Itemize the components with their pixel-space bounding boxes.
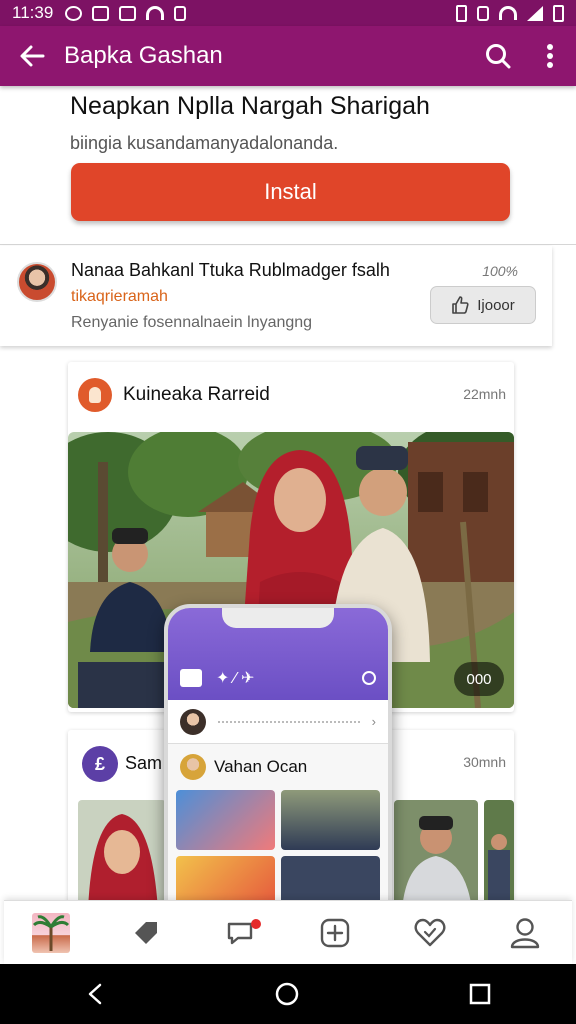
wifi-icon [146, 6, 165, 20]
phone-mockup: ✦ ⁄ ✈ › Vahan Ocan [164, 604, 392, 924]
home-thumbnail-icon [32, 912, 71, 953]
phone-mockup-grid [168, 790, 388, 916]
avatar: £ [82, 746, 118, 782]
boy-portrait-image [394, 800, 478, 910]
notification-title: Nanaa Bahkanl Ttuka Rublmadger fsalh [71, 260, 390, 280]
more-options-button[interactable] [524, 26, 576, 86]
notification-icon [119, 5, 137, 21]
status-system-icons [456, 4, 564, 22]
vibrate-icon [456, 4, 467, 22]
section-divider [0, 244, 576, 245]
photo-count-badge: 000 [454, 662, 504, 696]
phone-mockup-toolbar: ✦ ⁄ ✈ [180, 668, 376, 688]
post-author: Sam [125, 753, 163, 773]
phone-mockup-user: Vahan Ocan [168, 744, 388, 790]
nav-create[interactable] [288, 901, 383, 965]
notification-tag[interactable]: tikaqrieramah [71, 288, 168, 306]
nav-profile[interactable] [477, 901, 572, 965]
avatar [180, 754, 206, 780]
app-header: Neapkan Nplla Nargah Sharigah biingia ku… [70, 90, 510, 154]
thumbs-up-icon [452, 296, 469, 314]
battery-icon [553, 4, 564, 22]
system-navigation-bar [0, 964, 576, 1024]
app-bar: Bapka Gashan [0, 26, 576, 86]
post-author: Kuineaka Rarreid [123, 384, 270, 405]
placeholder-line [218, 720, 360, 723]
sim-icon [477, 5, 489, 21]
notification-icon [65, 5, 83, 21]
tag-icon [135, 921, 157, 944]
back-icon[interactable] [84, 982, 106, 1006]
bottom-navigation [4, 900, 572, 964]
post-time: 30mnh [463, 754, 506, 770]
app-name-heading: Neapkan Nplla Nargah Sharigah [70, 92, 430, 120]
chevron-right-icon: › [371, 714, 376, 729]
notification-icon [92, 5, 110, 21]
signal-icon [527, 5, 543, 21]
profile-icon [510, 917, 539, 948]
recents-icon[interactable] [468, 982, 492, 1006]
install-button[interactable]: Instal [71, 163, 510, 221]
phone-mockup-row: › [168, 700, 388, 744]
group-photo-image [484, 800, 514, 910]
circle-icon [362, 671, 376, 685]
status-time: 11:39 [12, 3, 54, 22]
nav-messages[interactable] [193, 901, 288, 965]
grid-tile [176, 790, 275, 850]
post-photo-thumbnail[interactable] [484, 800, 514, 910]
more-vert-icon [547, 44, 553, 68]
nav-favorites[interactable] [383, 901, 478, 965]
phone-notch [222, 608, 334, 628]
grid-tile [281, 790, 380, 850]
phone-user-name: Vahan Ocan [214, 757, 308, 776]
notification-dot [251, 918, 262, 929]
like-label: Ijooor [477, 296, 515, 314]
notification-icon [174, 5, 187, 21]
arrow-left-icon [20, 45, 45, 67]
phone-mockup-header: ✦ ⁄ ✈ [168, 608, 388, 700]
avatar [78, 378, 112, 412]
avatar [17, 262, 57, 302]
status-notification-icons [65, 5, 187, 21]
nav-tags[interactable] [99, 901, 194, 965]
search-button[interactable] [472, 26, 524, 86]
app-subtitle: biingia kusandamanyadalonanda. [70, 133, 339, 153]
post-photo-thumbnail[interactable] [394, 800, 478, 910]
app-title: Bapka Gashan [64, 42, 223, 69]
heart-icon [414, 918, 446, 946]
post-photo-thumbnail[interactable] [78, 800, 166, 910]
nav-home[interactable] [4, 901, 99, 965]
search-icon [486, 44, 511, 69]
status-bar: 11:39 [0, 0, 576, 26]
woman-portrait-image [78, 800, 166, 910]
notification-meta: 100% [482, 263, 518, 279]
post-time: 22mnh [463, 386, 506, 402]
notification-card[interactable]: Nanaa Bahkanl Ttuka Rublmadger fsalh 100… [0, 246, 552, 346]
avatar [180, 708, 206, 735]
text-icon: ✦ ⁄ ✈ [216, 670, 255, 687]
like-button[interactable]: Ijooor [430, 286, 536, 324]
notification-description: Renyanie fosennalnaein lnyangng [71, 314, 313, 331]
add-square-icon [321, 918, 350, 947]
back-button[interactable] [0, 26, 64, 86]
wifi-icon [499, 6, 517, 20]
home-icon[interactable] [274, 981, 300, 1007]
image-icon [180, 669, 202, 687]
